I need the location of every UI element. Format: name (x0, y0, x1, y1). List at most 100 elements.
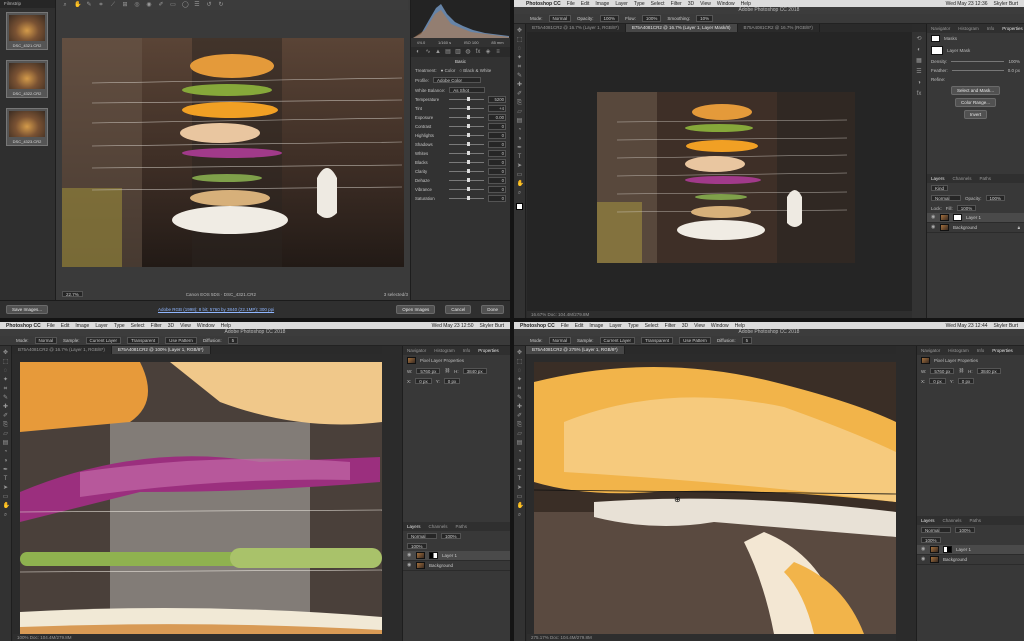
dodge-tool-icon[interactable]: ◑ (3, 458, 9, 464)
flow-field[interactable]: 100% (641, 15, 662, 22)
app-menu[interactable]: Photoshop CC (520, 323, 555, 329)
lasso-tool-icon[interactable]: ◌ (517, 368, 523, 374)
slider-track[interactable] (449, 187, 484, 191)
menu-help[interactable]: Help (741, 1, 751, 7)
menu-type[interactable]: Type (634, 1, 645, 7)
diffusion-field[interactable]: 5 (741, 337, 753, 344)
menu-layer[interactable]: Layer (95, 323, 108, 329)
history-icon[interactable]: ⟲ (916, 36, 922, 42)
slider-handle[interactable] (466, 115, 470, 119)
vertical-scrollbar[interactable] (898, 346, 904, 634)
menu-type[interactable]: Type (114, 323, 125, 329)
menu-view[interactable]: View (700, 1, 711, 7)
dodge-tool-icon[interactable]: ◑ (517, 136, 523, 142)
eraser-tool-icon[interactable]: ▱ (3, 431, 9, 437)
eyedropper-icon[interactable]: ✎ (86, 2, 92, 8)
slider-value[interactable]: 0 (488, 186, 506, 193)
tab-channels[interactable]: Channels (943, 518, 962, 523)
slider-value[interactable]: 0 (488, 123, 506, 130)
visibility-eye-icon[interactable]: ◉ (407, 563, 412, 568)
select-and-mask-button[interactable]: Select and Mask... (950, 86, 1001, 95)
gradient-tool-icon[interactable]: ▤ (517, 440, 523, 446)
layer-row-layer1[interactable]: ◉ Layer 1 (917, 545, 1024, 555)
tab-paths[interactable]: Paths (970, 518, 982, 523)
slider-value[interactable]: 0.00 (488, 114, 506, 121)
tab-histogram[interactable]: Histogram (958, 26, 979, 31)
tab-channels[interactable]: Channels (429, 524, 448, 529)
layer-name[interactable]: Background (943, 557, 967, 562)
pen-tool-icon[interactable]: ✒ (517, 145, 523, 151)
spot-removal-icon[interactable]: ◎ (134, 2, 140, 8)
clone-tool-icon[interactable]: ⎘ (517, 100, 523, 106)
visibility-eye-icon[interactable]: ◉ (931, 215, 936, 220)
fill-field[interactable]: 100% (956, 205, 977, 211)
gradient-tool-icon[interactable]: ▤ (517, 118, 523, 124)
detail-icon[interactable]: ▲ (435, 49, 441, 55)
layer-opacity-field[interactable]: 100% (441, 533, 461, 539)
hand-tool-icon[interactable]: ✋ (3, 503, 10, 509)
sample-select[interactable]: Current Layer (599, 337, 636, 344)
layer-mask-thumb[interactable] (429, 552, 438, 559)
slider-handle[interactable] (466, 187, 470, 191)
open-images-button[interactable]: Open Images (396, 305, 436, 314)
crop-tool-icon[interactable]: ⌗ (3, 386, 9, 392)
blur-tool-icon[interactable]: ◔ (517, 127, 523, 133)
calibration-icon[interactable]: ◈ (485, 49, 491, 55)
type-tool-icon[interactable]: T (517, 154, 523, 160)
document-image-zoomed[interactable]: ⊕ (534, 362, 896, 634)
pen-tool-icon[interactable]: ✒ (517, 467, 523, 473)
blur-tool-icon[interactable]: ◔ (517, 449, 523, 455)
doc-tab-2[interactable]: B75A4081CR2 @ 100% (Layer 1, RGB/8*) (111, 346, 211, 354)
feather-slider[interactable] (951, 70, 1004, 71)
slider-handle[interactable] (466, 106, 470, 110)
menu-window[interactable]: Window (717, 1, 735, 7)
doc-tab-2[interactable]: B75A4081CR2 @ 16.7% (Layer 1, Layer Mask… (625, 24, 738, 32)
layer-mask-thumb[interactable] (931, 46, 943, 55)
menu-edit[interactable]: Edit (575, 323, 584, 329)
menubar-user[interactable]: Skyler Burt (994, 1, 1018, 7)
doc-tab-1[interactable]: B75A4081CR2 @ 16.7% (Layer 1, RGB/8*) (526, 24, 626, 32)
layer-row-layer1[interactable]: ◉ Layer 1 (403, 551, 510, 561)
doc-tab-1[interactable]: B75A4081CR2 @ 275% (Layer 1, RGB/8*) (526, 346, 625, 354)
vertical-scrollbar[interactable] (384, 346, 390, 634)
done-button[interactable]: Done (481, 305, 504, 314)
tab-histogram[interactable]: Histogram (948, 348, 969, 353)
document-image[interactable] (597, 92, 855, 263)
magic-wand-icon[interactable]: ✦ (517, 377, 523, 383)
use-pattern-toggle[interactable]: Use Pattern (165, 337, 197, 344)
tab-properties[interactable]: Properties (992, 348, 1013, 353)
move-tool-icon[interactable]: ✥ (517, 28, 523, 34)
zoom-tool-icon[interactable]: ⌕ (517, 190, 523, 196)
menu-image[interactable]: Image (595, 1, 609, 7)
doc-tab-3[interactable]: B75A4081CR2 @ 16.7% (RGB/8*) (738, 24, 820, 32)
split-toning-icon[interactable]: ▥ (455, 49, 461, 55)
invert-button[interactable]: Invert (963, 110, 988, 119)
effects-icon[interactable]: fx (475, 49, 481, 55)
magic-wand-icon[interactable]: ✦ (517, 55, 523, 61)
workflow-options-link[interactable]: Adobe RGB (1998); 8 bit; 5760 by 3840 (2… (158, 307, 274, 312)
magic-wand-icon[interactable]: ✦ (3, 377, 9, 383)
diffusion-field[interactable]: 5 (227, 337, 239, 344)
x-field[interactable]: 0 px (929, 378, 946, 384)
clone-tool-icon[interactable]: ⎘ (517, 422, 523, 428)
slider-value[interactable]: 0 (488, 195, 506, 202)
transform-icon[interactable]: ⊞ (122, 2, 128, 8)
menu-layer[interactable]: Layer (609, 323, 622, 329)
marquee-tool-icon[interactable]: ⬚ (517, 359, 523, 365)
healing-tool-icon[interactable]: ✚ (517, 404, 523, 410)
brush-tool-icon[interactable]: ✐ (517, 91, 523, 97)
type-tool-icon[interactable]: T (517, 476, 523, 482)
slider-handle[interactable] (466, 142, 470, 146)
fill-field[interactable]: 100% (407, 543, 427, 549)
brush-tool-icon[interactable]: ✐ (517, 413, 523, 419)
slider-handle[interactable] (466, 196, 470, 200)
save-images-button[interactable]: Save Images... (6, 305, 49, 314)
slider-handle[interactable] (466, 151, 470, 155)
tab-navigator[interactable]: Navigator (921, 348, 940, 353)
fill-field[interactable]: 100% (921, 537, 941, 543)
foreground-color-swatch[interactable] (516, 203, 523, 210)
layer-kind-select[interactable]: Kind (931, 185, 949, 191)
blur-tool-icon[interactable]: ◔ (3, 449, 9, 455)
menu-filter[interactable]: Filter (665, 323, 676, 329)
slider-track[interactable] (449, 151, 484, 155)
